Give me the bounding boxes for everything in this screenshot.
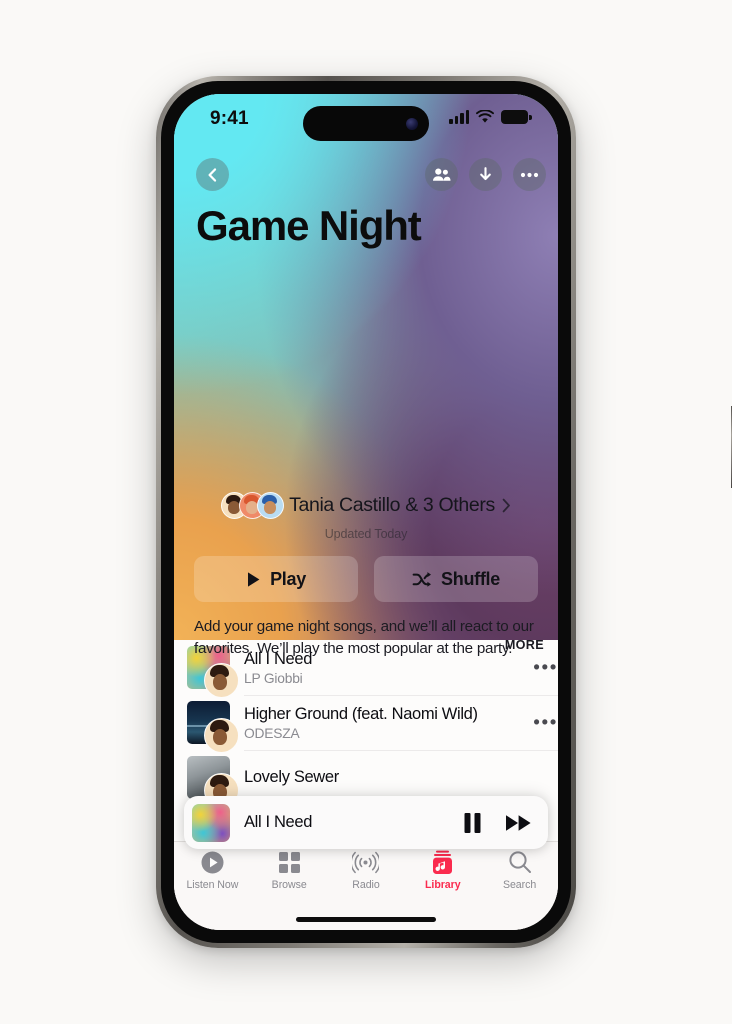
- fast-forward-icon: [506, 814, 531, 831]
- track-artist: LP Giobbi: [244, 670, 303, 686]
- magnifier-icon: [508, 849, 532, 875]
- track-more-button[interactable]: •••: [533, 658, 558, 677]
- tab-label: Library: [425, 879, 461, 891]
- playlist-description: Add your game night songs, and we’ll all…: [194, 618, 534, 657]
- album-art: [187, 756, 239, 808]
- play-circle-icon: [200, 849, 225, 875]
- download-arrow-icon: [480, 167, 491, 181]
- chevron-right-icon: [502, 498, 510, 513]
- track-title: Higher Ground (feat. Naomi Wild): [244, 705, 478, 723]
- radio-waves-icon: [352, 849, 380, 875]
- back-button[interactable]: [196, 158, 229, 191]
- tab-listen-now[interactable]: Listen Now: [174, 849, 251, 930]
- description-more-button[interactable]: MORE: [493, 638, 544, 652]
- collaborators-section[interactable]: Tania Castillo & 3 Others Updated Today: [174, 492, 558, 541]
- track-title: Lovely Sewer: [244, 767, 339, 786]
- phone-device: 9:41 Game Night Tania Castillo & 3 Other…: [156, 76, 732, 948]
- avatar: [257, 492, 285, 519]
- contributor-avatar: [204, 663, 239, 698]
- pause-icon: [464, 812, 480, 833]
- pause-button[interactable]: [458, 811, 486, 835]
- nav-bar: [174, 158, 558, 198]
- tab-label: Browse: [271, 879, 307, 891]
- play-triangle-icon: [248, 571, 260, 587]
- screenshot-root: 9:41 Game Night Tania Castillo & 3 Other…: [0, 0, 732, 1024]
- shuffle-button-label: Shuffle: [441, 568, 500, 589]
- now-playing-artwork: [192, 803, 230, 842]
- page-title: Game Night: [196, 202, 422, 249]
- now-playing-title: All I Need: [244, 813, 313, 831]
- phone-screen: 9:41 Game Night Tania Castillo & 3 Other…: [174, 94, 558, 930]
- phone-bezel: 9:41 Game Night Tania Castillo & 3 Other…: [161, 81, 571, 943]
- download-button[interactable]: [469, 158, 502, 191]
- chevron-left-icon: [208, 167, 217, 182]
- tab-label: Radio: [352, 879, 380, 891]
- table-row[interactable]: Higher Ground (feat. Naomi Wild) ODESZA …: [174, 694, 558, 753]
- updated-label: Updated Today: [324, 527, 408, 541]
- people-icon: [433, 168, 451, 181]
- play-button-label: Play: [270, 568, 306, 589]
- ellipsis-icon: [520, 172, 539, 177]
- playback-actions: Play Shuffle: [194, 556, 538, 602]
- library-icon: [431, 849, 454, 875]
- tab-search[interactable]: Search: [481, 849, 558, 930]
- signal-bars-icon: [449, 110, 469, 124]
- wifi-icon: [476, 110, 494, 123]
- grid-squares-icon: [278, 849, 301, 875]
- dynamic-island: [303, 106, 429, 141]
- collaborator-avatars: [221, 492, 285, 519]
- tab-label: Search: [502, 879, 537, 891]
- now-playing-bar[interactable]: All I Need: [184, 796, 548, 849]
- collaborators-row[interactable]: Tania Castillo & 3 Others: [221, 492, 511, 519]
- shuffle-icon: [412, 571, 432, 587]
- battery-icon: [501, 110, 532, 124]
- collaborators-label: Tania Castillo & 3 Others: [289, 494, 495, 516]
- album-art: [187, 701, 239, 753]
- status-clock: 9:41: [210, 108, 249, 129]
- track-meta: Higher Ground (feat. Naomi Wild) ODESZA …: [244, 694, 558, 751]
- status-indicators: [449, 110, 532, 124]
- more-options-button[interactable]: [513, 158, 546, 191]
- shuffle-button[interactable]: Shuffle: [374, 556, 538, 602]
- next-button[interactable]: [504, 813, 534, 833]
- play-button[interactable]: Play: [194, 556, 358, 602]
- contributor-avatar: [204, 718, 239, 753]
- tab-label: Listen Now: [186, 879, 239, 891]
- home-indicator[interactable]: [296, 917, 436, 922]
- collaborate-button[interactable]: [425, 158, 458, 191]
- track-more-button[interactable]: •••: [533, 714, 558, 733]
- track-artist: ODESZA: [244, 726, 300, 741]
